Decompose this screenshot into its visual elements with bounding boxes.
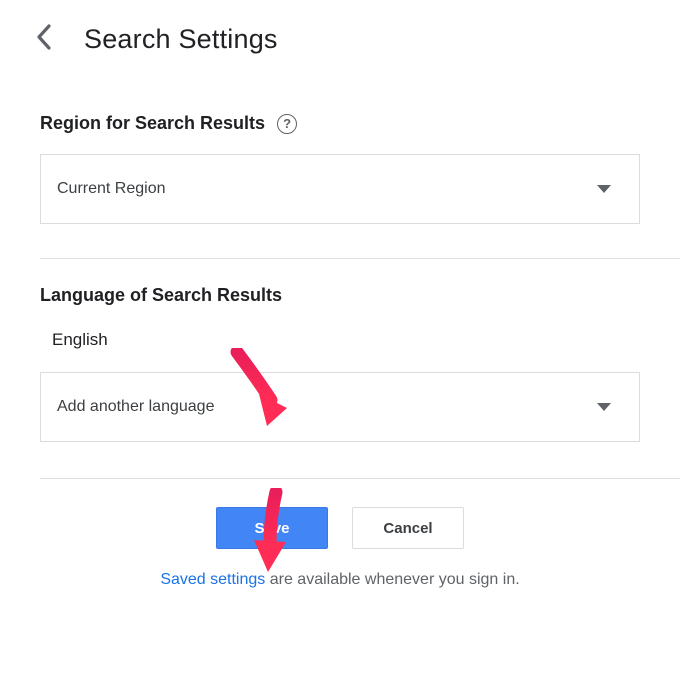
cancel-button[interactable]: Cancel xyxy=(352,507,464,549)
region-dropdown-value: Current Region xyxy=(57,180,166,198)
region-section-title: Region for Search Results xyxy=(40,113,265,134)
footer-rest: are available whenever you sign in. xyxy=(265,571,519,588)
help-icon[interactable]: ? xyxy=(277,114,297,134)
chevron-down-icon xyxy=(597,398,611,416)
divider xyxy=(40,258,680,259)
add-language-dropdown-value: Add another language xyxy=(57,398,214,416)
add-language-dropdown[interactable]: Add another language xyxy=(40,372,640,442)
language-section-title: Language of Search Results xyxy=(40,285,282,306)
header: Search Settings xyxy=(0,0,680,69)
region-section-header: Region for Search Results ? xyxy=(40,113,640,134)
language-section: Language of Search Results English Add a… xyxy=(0,285,680,442)
saved-settings-link[interactable]: Saved settings xyxy=(160,571,265,588)
button-row: Save Cancel xyxy=(0,507,680,549)
region-section: Region for Search Results ? Current Regi… xyxy=(0,113,680,224)
current-language: English xyxy=(40,326,640,372)
region-dropdown[interactable]: Current Region xyxy=(40,154,640,224)
back-icon[interactable] xyxy=(30,20,58,59)
language-section-header: Language of Search Results xyxy=(40,285,640,306)
divider xyxy=(40,478,680,479)
page-title: Search Settings xyxy=(84,24,278,55)
footer-text: Saved settings are available whenever yo… xyxy=(0,571,680,589)
chevron-down-icon xyxy=(597,180,611,198)
save-button[interactable]: Save xyxy=(216,507,328,549)
